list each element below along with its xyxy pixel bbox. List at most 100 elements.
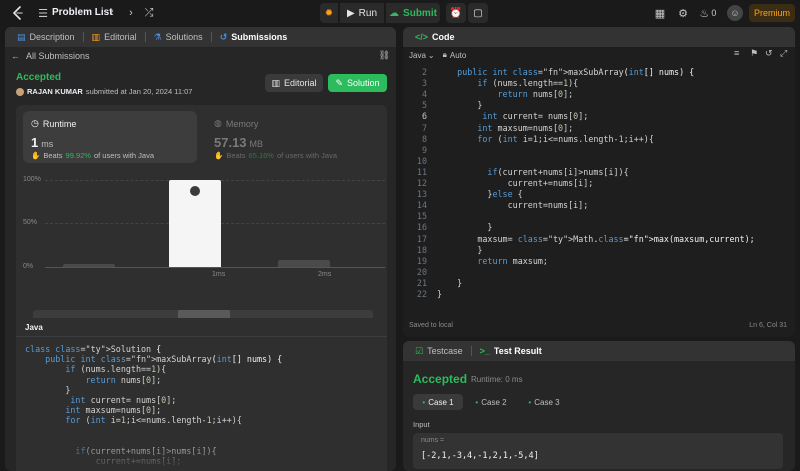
input-box[interactable]: nums = [-2,1,-3,4,-1,2,1,-5,4] (413, 433, 783, 469)
leetcode-logo-icon[interactable] (12, 6, 24, 20)
tab-description[interactable]: ▤ Description (13, 27, 79, 47)
reset-icon[interactable]: ↺ (765, 48, 773, 59)
save-status: Saved to local (409, 322, 453, 329)
memory-header: ◍ Memory (214, 118, 258, 129)
editor-code-line[interactable]: return nums[0]; (437, 89, 574, 100)
gear-icon[interactable]: ⚙ (676, 6, 690, 20)
editor-code-line[interactable]: for (int i=1;i<=nums.length-1;i++){ (437, 134, 654, 145)
run-label: Run (358, 7, 378, 19)
tab-label: Description (29, 32, 75, 42)
back-to-submissions[interactable]: ← All Submissions (11, 51, 90, 61)
back-label: All Submissions (26, 51, 90, 61)
line-number: 12 (416, 178, 427, 188)
memory-card[interactable]: ◍ Memory 57.13 MB ✋ Beats 65.16% of user… (206, 111, 380, 163)
tab-label: Editorial (104, 32, 137, 42)
editor-code-line[interactable]: if (nums.length==1){ (437, 78, 578, 89)
editor-code-line[interactable]: maxsum= class="ty">Math.class="fn">max(m… (437, 234, 754, 245)
tab-divider (210, 32, 212, 42)
flame-icon: ♨ (699, 7, 710, 20)
test-runtime: Runtime: 0 ms (471, 375, 523, 384)
bookmark-icon[interactable]: ⚑ (750, 48, 758, 59)
editor-code-line[interactable]: } (437, 245, 482, 256)
username[interactable]: RAJAN KUMAR (27, 87, 83, 96)
alarm-icon: ⏰ (449, 7, 463, 19)
beats-suffix: of users with Java (93, 151, 154, 160)
runtime-card[interactable]: ◷ Runtime 1 ms ✋ Beats 99.92% of users w… (23, 111, 197, 163)
premium-button[interactable]: Premium (749, 4, 795, 22)
history-icon: ↺ (219, 31, 228, 42)
book-icon: ▥ (271, 77, 280, 88)
tab-label: Code (432, 32, 455, 42)
editor-code-line[interactable]: return maxsum; (437, 256, 548, 267)
beats-prefix: Beats (43, 151, 63, 160)
input-label: Input (413, 420, 430, 429)
submission-meta: RAJAN KUMAR submitted at Jan 20, 2024 11… (16, 87, 192, 96)
line-number: 14 (416, 200, 427, 211)
chevron-right-icon[interactable]: › (124, 6, 138, 20)
solution-button[interactable]: ✎ Solution (328, 74, 387, 92)
editor-code-line[interactable]: int current= nums[0]; (437, 111, 588, 122)
language-select[interactable]: Java ⌄ (409, 51, 435, 60)
dot-icon: • (422, 397, 426, 407)
tab-solutions[interactable]: ⚗ Solutions (150, 27, 207, 47)
layout-grid-icon[interactable]: ▦ (653, 6, 667, 20)
editor-code-line[interactable]: } (437, 289, 442, 300)
streak-counter[interactable]: ♨ 0 (698, 6, 718, 20)
solution-button-label: Solution (347, 78, 380, 88)
editor-code-line[interactable]: } (437, 100, 482, 111)
editor-code-line[interactable]: current+=nums[i]; (437, 178, 594, 189)
format-icon[interactable]: ≡ (734, 48, 739, 58)
chart-bar[interactable] (278, 260, 330, 267)
chart-bar[interactable] (63, 264, 115, 267)
expand-icon[interactable]: ⤢ (780, 48, 787, 59)
tab-code[interactable]: </> Code (411, 27, 459, 47)
editor-code-line[interactable]: } (437, 278, 462, 289)
problem-list-link[interactable]: Problem List (52, 7, 113, 18)
chevron-down-icon: ⌄ (427, 50, 435, 60)
share-link-icon[interactable]: ⛓ (379, 50, 390, 61)
memory-value: 57.13 (214, 135, 247, 150)
tab-testcase[interactable]: ☑ Testcase (411, 341, 467, 361)
auto-label: Auto (449, 50, 467, 60)
note-icon: ▢ (473, 7, 483, 19)
editorial-button-label: Editorial (284, 78, 317, 88)
line-number: 5 (421, 100, 427, 111)
case-2-tab[interactable]: • Case 2 (469, 394, 513, 410)
timer-button[interactable]: ⏰ (446, 3, 466, 23)
editor-code-line[interactable]: current=nums[i]; (437, 200, 589, 211)
memory-title: Memory (225, 118, 259, 129)
auto-complete-toggle[interactable]: 🔒︎ Auto (443, 50, 467, 60)
submit-button[interactable]: ☁ Submit (386, 3, 440, 23)
editor-code-line[interactable]: if(current+nums[i]>nums[i]){ (437, 167, 628, 178)
problem-list-icon[interactable]: ☰ (36, 6, 50, 20)
editorial-button[interactable]: ▥ Editorial (265, 74, 323, 92)
play-icon: ▶ (346, 7, 355, 19)
shuffle-icon[interactable]: ⤮ (142, 6, 156, 20)
bug-icon: ✹ (324, 7, 334, 19)
notes-button[interactable]: ▢ (468, 3, 488, 23)
cloud-upload-icon: ☁ (389, 7, 400, 19)
tab-submissions[interactable]: ↺ Submissions (216, 27, 292, 47)
avatar[interactable]: ☺ (727, 5, 743, 21)
debug-button[interactable]: ✹ (320, 3, 338, 23)
run-toolbar: ✹ ▶ Run ☁ Submit ⏰ ▢ (320, 3, 488, 23)
run-button[interactable]: ▶ Run (340, 3, 384, 23)
editor-code-line[interactable]: int maxsum=nums[0]; (437, 123, 573, 134)
tab-test-result[interactable]: >_ Test Result (476, 341, 546, 361)
editor-code-line[interactable]: }else { (437, 189, 522, 200)
user-avatar (16, 87, 24, 96)
case-1-tab[interactable]: • Case 1 (413, 394, 463, 410)
line-number: 20 (416, 266, 427, 277)
chevron-left-icon[interactable]: ‹ (105, 6, 119, 20)
tab-editorial[interactable]: ▥ Editorial (88, 27, 141, 47)
case-3-tab[interactable]: • Case 3 (522, 394, 566, 410)
hand-wave-icon: ✋ (214, 151, 224, 160)
editor-code-line[interactable]: } (437, 222, 492, 233)
editor-code-line[interactable]: public int class="fn">maxSubArray(int[] … (437, 67, 694, 78)
checkbox-icon: ☑ (415, 345, 424, 356)
memory-unit: MB (249, 139, 264, 149)
code-editor[interactable]: 2 public int class="fn">maxSubArray(int[… (403, 67, 795, 317)
y-tick-label: 0% (23, 263, 34, 270)
line-number: 16 (416, 222, 427, 233)
tab-label: Solutions (165, 32, 203, 42)
